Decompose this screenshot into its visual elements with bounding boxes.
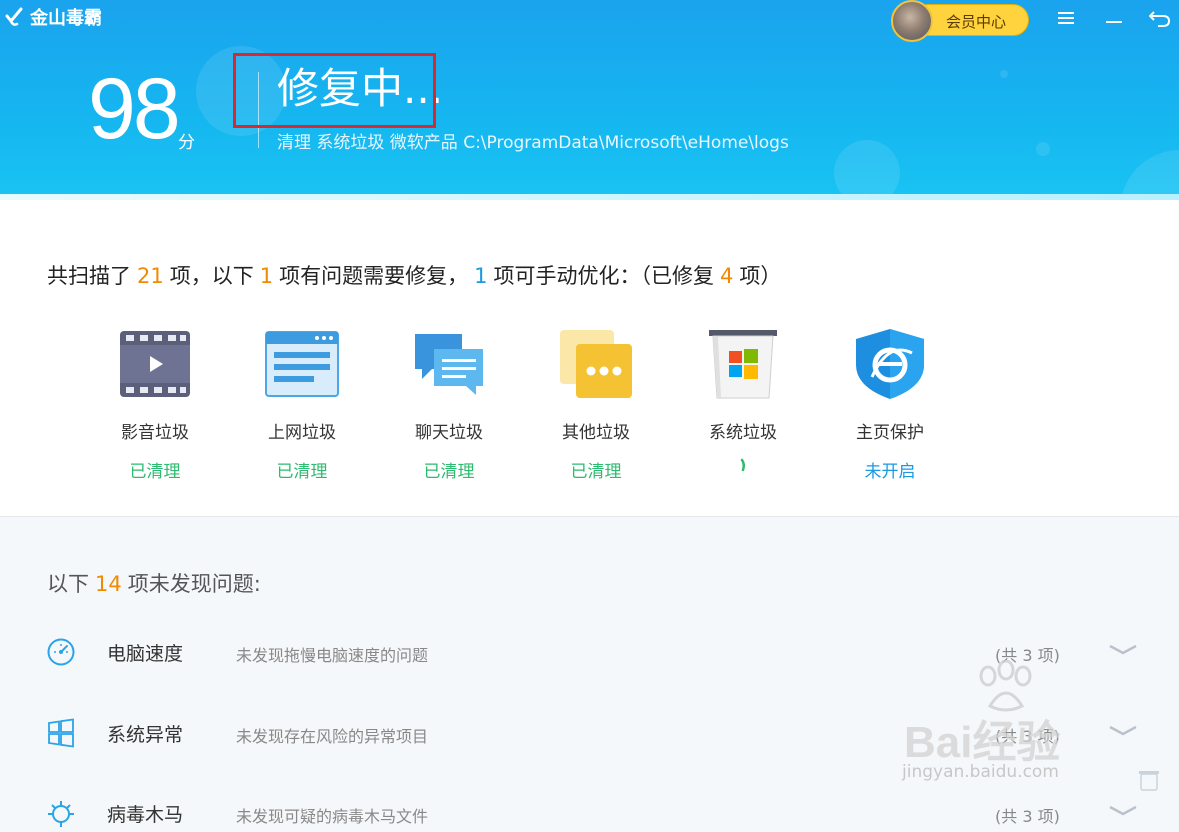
ie-shield-icon [856,329,924,399]
header-banner: 金山毒霸 会员中心 98 分 修复中... 清理 系统垃圾 微软产品 C:\Pr… [0,0,1179,200]
video-film-icon [120,331,190,397]
problem-count: 1 [259,264,274,288]
tile-label: 主页保护 [856,423,924,443]
scanned-count: 21 [137,264,164,288]
windows-trash-icon [709,330,777,399]
other-dots-icon [560,330,632,398]
vip-center-button[interactable]: 会员中心 [891,0,1029,42]
row-title: 系统异常 [107,724,184,746]
watermark-brand: Bai经验 [904,718,1061,767]
health-score: 98 [88,61,181,157]
highlight-box [233,53,436,128]
avatar[interactable] [891,0,933,42]
tile-status[interactable]: 未开启 [835,457,945,482]
chat-bubbles-icon [415,334,483,395]
tile-label: 影音垃圾 [121,423,189,443]
hamburger-icon [1058,12,1074,24]
tile-homepage-protect[interactable]: 主页保护 未开启 [835,326,945,482]
summary-text: 共扫描了 [47,264,131,288]
summary-text: 项有问题需要修复， [279,264,469,288]
tile-label: 上网垃圾 [268,423,336,443]
tile-video-junk[interactable]: 影音垃圾 已清理 [100,326,210,482]
tile-status [688,457,798,479]
summary-text: 项可手动优化：（已修复 [493,264,714,288]
tile-status: 已清理 [129,462,181,482]
title-bar: 金山毒霸 会员中心 [0,0,1179,42]
fixed-count: 4 [719,264,734,288]
app-logo: 金山毒霸 [4,4,102,30]
result-panel: 共扫描了 21 项，以下 1 项有问题需要修复， 1 项可手动优化：（已修复 4 项） 影音垃圾… [0,200,1179,517]
row-desc: 未发现存在风险的异常项目 [236,727,429,746]
tile-status: 已清理 [570,462,622,482]
minimize-icon [1106,21,1122,23]
app-name: 金山毒霸 [30,8,102,29]
menu-button[interactable] [1054,6,1078,30]
tile-label: 系统垃圾 [709,423,777,443]
chevron-down-icon[interactable] [1108,641,1138,661]
row-desc: 未发现拖慢电脑速度的问题 [236,646,429,665]
ok-prefix: 以下 [47,572,89,596]
return-arrow-icon [1149,11,1171,27]
tile-status: 已清理 [276,462,328,482]
minimize-button[interactable] [1102,6,1126,30]
watermark-url: jingyan.baidu.com [902,762,1059,782]
baidu-watermark: Bai经验 jingyan.baidu.com [900,660,1140,790]
row-title: 电脑速度 [107,643,184,665]
vip-label: 会员中心 [946,13,1007,31]
tile-label: 聊天垃圾 [415,423,483,443]
summary-text: 项） [739,264,782,288]
tile-status: 已清理 [423,462,475,482]
row-count: (共 3 项) [995,807,1060,826]
tile-chat-junk[interactable]: 聊天垃圾 已清理 [394,326,504,482]
virus-icon [48,801,74,827]
back-button[interactable] [1148,6,1172,30]
chevron-down-icon[interactable] [1108,802,1138,822]
windows-logo-icon [48,718,74,748]
list-item-virus[interactable]: 病毒木马 未发现可疑的病毒木马文件 (共 3 项) [0,792,1179,832]
current-path: 清理 系统垃圾 微软产品 C:\ProgramData\Microsoft\eH… [277,133,789,153]
browser-window-icon [265,331,339,397]
tile-label: 其他垃圾 [562,423,630,443]
manual-count: 1 [474,264,488,288]
row-desc: 未发现可疑的病毒木马文件 [236,807,429,826]
tile-web-junk[interactable]: 上网垃圾 已清理 [247,326,357,482]
tile-system-junk[interactable]: 系统垃圾 [688,326,798,479]
tile-other-junk[interactable]: 其他垃圾 已清理 [541,326,651,482]
ok-suffix: 项未发现问题: [127,572,261,596]
scan-summary: 共扫描了 21 项，以下 1 项有问题需要修复， 1 项可手动优化：（已修复 4 项） [47,260,781,290]
speedometer-icon [47,638,75,666]
summary-text: 项，以下 [169,264,254,288]
trash-icon[interactable] [1138,768,1160,792]
logo-icon [5,7,23,26]
ok-count: 14 [95,572,122,596]
ok-section-title: 以下 14 项未发现问题: [47,568,261,598]
score-unit: 分 [178,133,195,153]
loading-spinner-icon [740,458,746,472]
row-title: 病毒木马 [107,804,184,826]
